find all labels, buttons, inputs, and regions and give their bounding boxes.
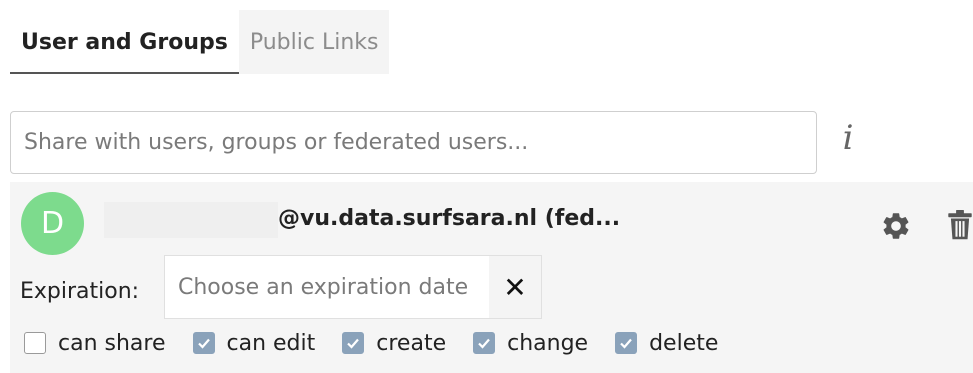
check-icon [478, 338, 490, 349]
expiration-date-input[interactable] [165, 256, 488, 318]
permission-label: change [507, 330, 589, 356]
share-tabs: User and Groups Public Links [10, 10, 390, 74]
trash-icon[interactable] [947, 209, 973, 241]
redacted-name [104, 202, 278, 238]
permission-can-edit[interactable]: can edit [192, 330, 316, 356]
checkbox-create[interactable] [342, 332, 365, 354]
avatar: D [21, 192, 84, 255]
check-icon [197, 338, 210, 349]
share-search-input[interactable] [10, 111, 817, 174]
clear-expiration-button[interactable]: ✕ [489, 256, 541, 318]
share-entry: D @vu.data.surfsara.nl (fed... Expiratio… [10, 182, 973, 373]
check-icon [620, 338, 632, 349]
permission-create[interactable]: create [342, 331, 446, 356]
permission-can-share[interactable]: can share [24, 331, 166, 356]
checkbox-delete[interactable] [615, 332, 638, 354]
permission-label: can share [58, 330, 166, 356]
permission-delete[interactable]: delete [615, 331, 718, 356]
permission-options: can share can edit create change delete [24, 326, 745, 360]
avatar-letter: D [40, 206, 65, 241]
expiration-label: Expiration: [20, 279, 140, 304]
permission-label: create [376, 330, 447, 356]
tab-public-links[interactable]: Public Links [238, 10, 390, 74]
checkbox-can-edit[interactable] [192, 332, 215, 354]
tab-users-and-groups[interactable]: User and Groups [10, 10, 239, 74]
checkbox-can-share[interactable] [24, 332, 46, 354]
permission-label: can edit [226, 330, 316, 356]
checkbox-change[interactable] [473, 332, 496, 354]
gear-icon[interactable] [880, 210, 912, 242]
expiration-field: ✕ [164, 255, 542, 319]
close-icon: ✕ [503, 270, 527, 304]
info-icon[interactable]: i [836, 116, 860, 160]
tab-label: Public Links [249, 29, 379, 55]
check-icon [347, 338, 360, 349]
permission-change[interactable]: change [473, 331, 588, 356]
tab-label: User and Groups [21, 29, 228, 55]
share-username: @vu.data.surfsara.nl (fed... [278, 206, 621, 231]
permission-label: delete [649, 330, 719, 356]
